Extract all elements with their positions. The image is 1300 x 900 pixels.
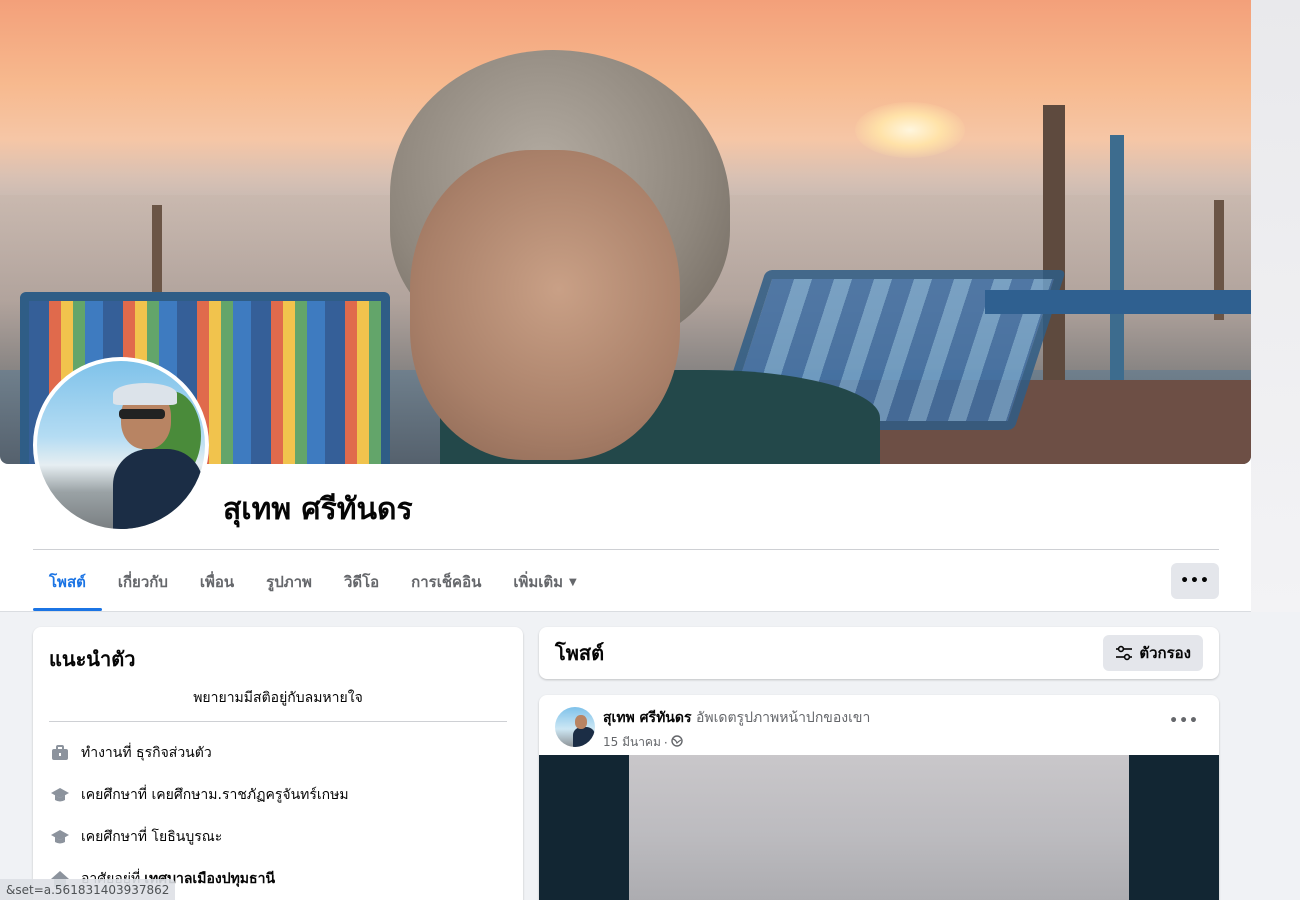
post-date[interactable]: 15 มีนาคม bbox=[603, 733, 661, 752]
globe-icon bbox=[671, 735, 683, 750]
scrollbar-track[interactable] bbox=[1251, 0, 1300, 612]
tab-checkins[interactable]: การเช็คอิน bbox=[395, 554, 497, 610]
post-author-name[interactable]: สุเทพ ศรีทันดร bbox=[603, 710, 691, 726]
graduation-cap-icon bbox=[49, 784, 71, 806]
tab-more[interactable]: เพิ่มเติม ▼ bbox=[497, 554, 592, 610]
posts-title: โพสต์ bbox=[555, 641, 605, 665]
briefcase-icon bbox=[49, 742, 71, 764]
profile-avatar[interactable] bbox=[33, 357, 209, 533]
intro-title: แนะนำตัว bbox=[49, 647, 136, 671]
filter-icon bbox=[1115, 645, 1133, 661]
post-menu-button[interactable]: ••• bbox=[1169, 713, 1199, 729]
post-action-text: อัพเดตรูปภาพหน้าปกของเขา bbox=[695, 710, 871, 726]
status-bar-url: &set=a.561831403937862 bbox=[0, 879, 176, 900]
profile-more-button[interactable]: ••• bbox=[1171, 563, 1219, 599]
post-image[interactable] bbox=[539, 755, 1219, 900]
posts-header-card: โพสต์ ตัวกรอง bbox=[539, 627, 1219, 679]
profile-tabs: โพสต์ เกี่ยวกับ เพื่อน รูปภาพ วิดีโอ การ… bbox=[33, 554, 593, 611]
tab-photos[interactable]: รูปภาพ bbox=[250, 554, 328, 610]
post-author-avatar[interactable] bbox=[555, 707, 595, 747]
tab-about[interactable]: เกี่ยวกับ bbox=[102, 554, 184, 610]
tab-videos[interactable]: วิดีโอ bbox=[328, 554, 395, 610]
intro-item-education-1: เคยศึกษาที่ เคยศึกษาม.ราชภัฏครูจันทร์เกษ… bbox=[49, 774, 507, 816]
caret-down-icon: ▼ bbox=[569, 576, 577, 588]
intro-bio: พยายามมีสติอยู่กับลมหายใจ bbox=[193, 690, 363, 706]
tab-posts[interactable]: โพสต์ bbox=[33, 554, 102, 611]
post-card: สุเทพ ศรีทันดร อัพเดตรูปภาพหน้าปกของเขา … bbox=[539, 695, 1219, 900]
graduation-cap-icon bbox=[49, 826, 71, 848]
filter-button[interactable]: ตัวกรอง bbox=[1103, 635, 1203, 671]
intro-item-education-2: เคยศึกษาที่ โยธินบูรณะ bbox=[49, 816, 507, 858]
profile-name: สุเทพ ศรีทันดร bbox=[223, 492, 413, 527]
divider bbox=[33, 549, 1219, 550]
tab-friends[interactable]: เพื่อน bbox=[184, 554, 250, 610]
intro-card: แนะนำตัว พยายามมีสติอยู่กับลมหายใจ ทำงาน… bbox=[33, 627, 523, 900]
divider bbox=[49, 721, 507, 722]
intro-item-work: ทำงานที่ ธุรกิจส่วนตัว bbox=[49, 732, 507, 774]
